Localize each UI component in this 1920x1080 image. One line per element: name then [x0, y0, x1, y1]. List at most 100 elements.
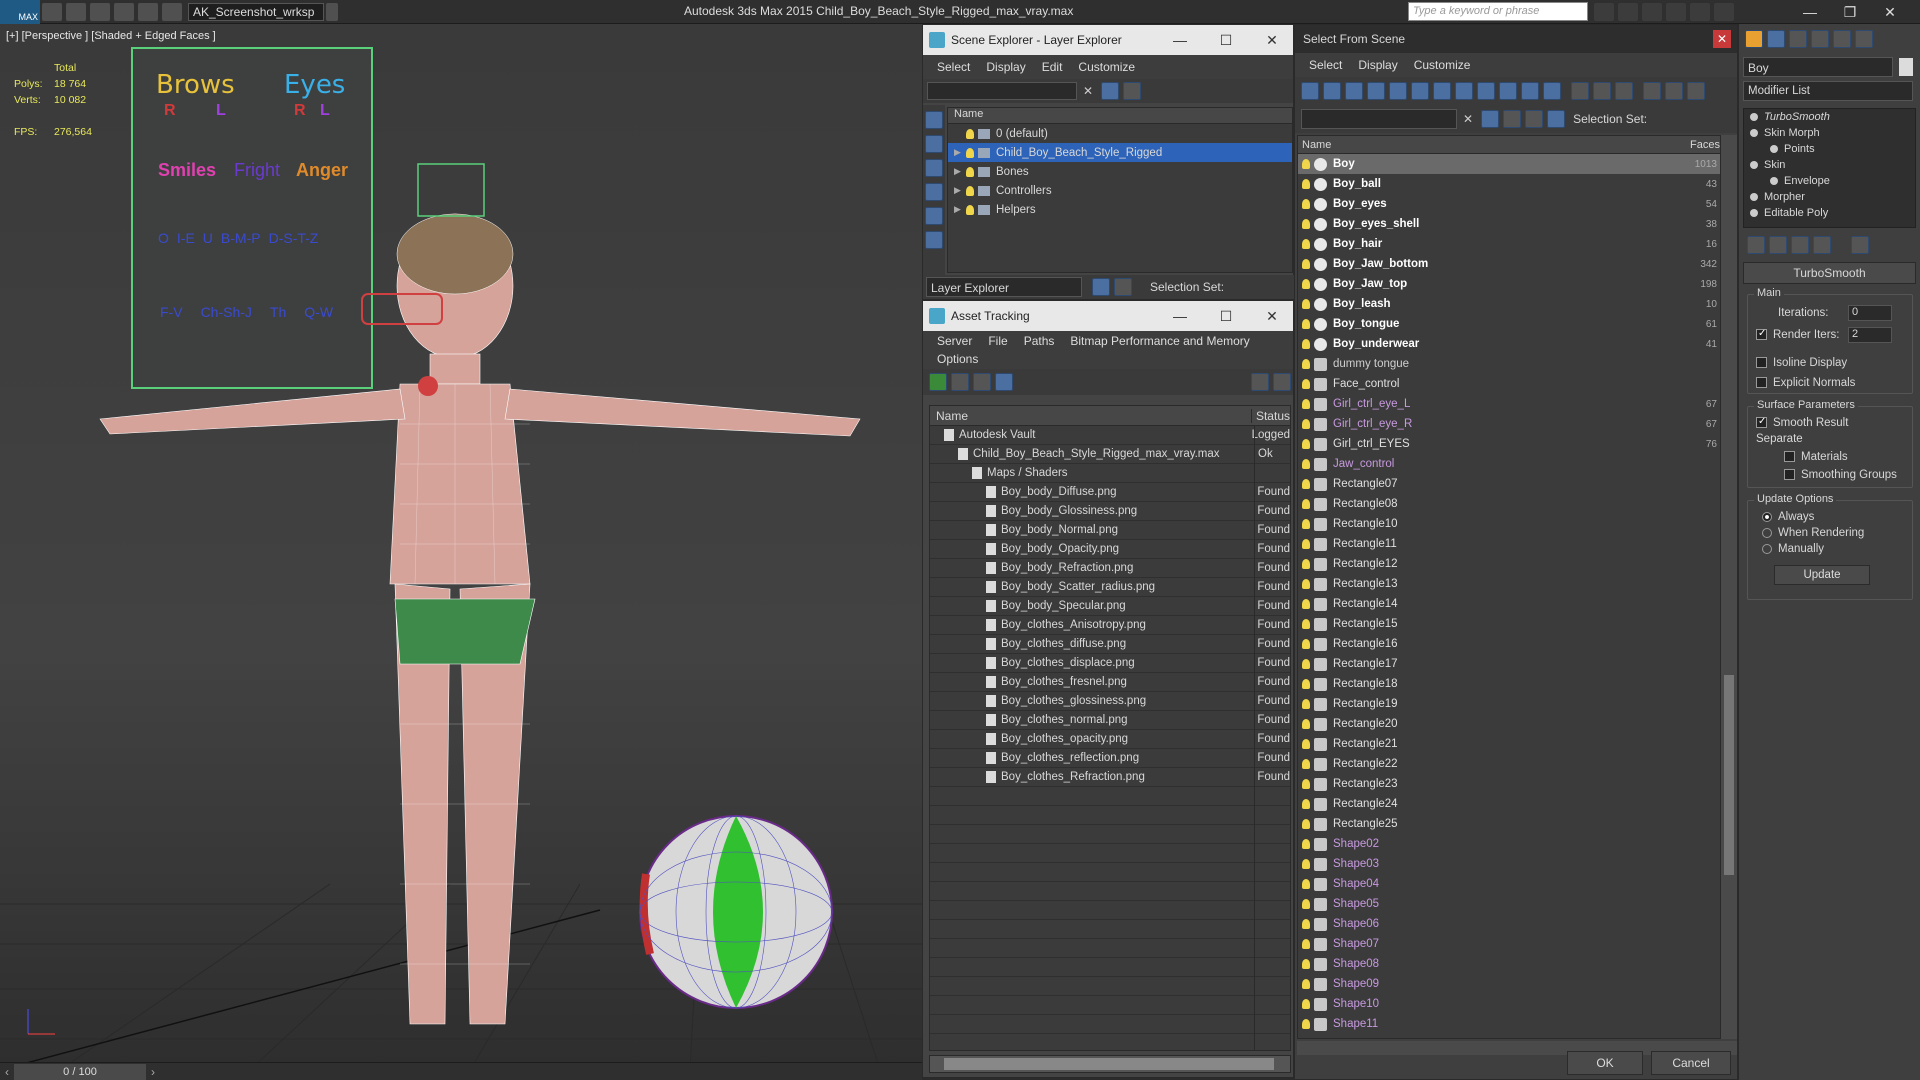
asset-row[interactable]: Boy_body_Glossiness.png Found	[930, 502, 1290, 521]
when-rendering-row[interactable]: When Rendering	[1762, 527, 1864, 539]
scene-object-row[interactable]: Girl_ctrl_eye_R 67	[1298, 414, 1720, 434]
visibility-bulb-icon[interactable]	[1302, 599, 1310, 609]
visibility-bulb-icon[interactable]	[966, 204, 974, 215]
asset-tracking-titlebar[interactable]: Asset Tracking — ☐ ✕	[923, 301, 1293, 331]
modifier-list-dropdown[interactable]: Modifier List	[1743, 81, 1913, 101]
asset-row[interactable]: Boy_clothes_displace.png Found	[930, 654, 1290, 673]
asset-tracking-minimize[interactable]: —	[1157, 301, 1203, 331]
explicit-normals-row[interactable]: Explicit Normals	[1756, 377, 1855, 389]
scene-object-row[interactable]: Rectangle07	[1298, 474, 1720, 494]
scene-object-row[interactable]: dummy tongue	[1298, 354, 1720, 374]
visibility-bulb-icon[interactable]	[1302, 859, 1310, 869]
motion-tab-icon[interactable]	[1811, 30, 1829, 48]
list-view-icon[interactable]	[951, 373, 969, 391]
iterations-spinner[interactable]: 0	[1848, 305, 1892, 321]
modifier-stack-item[interactable]: TurboSmooth	[1744, 109, 1915, 125]
visibility-bulb-icon[interactable]	[1302, 959, 1310, 969]
scene-explorer-titlebar[interactable]: Scene Explorer - Layer Explorer — ☐ ✕	[923, 25, 1293, 55]
refresh-icon[interactable]	[929, 373, 947, 391]
modifier-toggle-icon[interactable]	[1750, 209, 1758, 217]
render-iters-row[interactable]: Render Iters:	[1756, 329, 1839, 341]
show-end-result-icon[interactable]	[1769, 236, 1787, 254]
scene-object-row[interactable]: Boy_underwear 41	[1298, 334, 1720, 354]
scene-object-row[interactable]: Rectangle17	[1298, 654, 1720, 674]
explicit-normals-checkbox[interactable]	[1756, 377, 1767, 389]
scene-object-row[interactable]: Rectangle21	[1298, 734, 1720, 754]
display-shapes-icon[interactable]	[925, 135, 943, 153]
asset-name-column-header[interactable]: Name	[930, 408, 1252, 423]
filter-spacewarps-icon[interactable]	[1411, 82, 1429, 100]
scene-object-row[interactable]: Rectangle13	[1298, 574, 1720, 594]
visibility-bulb-icon[interactable]	[1302, 839, 1310, 849]
make-unique-icon[interactable]	[1791, 236, 1809, 254]
pin-stack-icon[interactable]	[1747, 236, 1765, 254]
display-invert-icon[interactable]	[1615, 82, 1633, 100]
workspace-menu-icon[interactable]	[326, 3, 338, 21]
remove-modifier-icon[interactable]	[1813, 236, 1831, 254]
asset-row[interactable]: Boy_clothes_reflection.png Found	[930, 749, 1290, 768]
visibility-bulb-icon[interactable]	[1302, 179, 1310, 189]
display-helpers-icon[interactable]	[925, 207, 943, 225]
binoculars-icon[interactable]	[1594, 3, 1614, 21]
scene-object-row[interactable]: Shape09	[1298, 974, 1720, 994]
timeline-bar[interactable]: ‹ 0 / 100 ›	[0, 1062, 922, 1080]
scene-object-row[interactable]: Boy_tongue 61	[1298, 314, 1720, 334]
scene-object-row[interactable]: Shape06	[1298, 914, 1720, 934]
scene-object-row[interactable]: Rectangle22	[1298, 754, 1720, 774]
layer-row[interactable]: 0 (default)	[948, 124, 1292, 143]
asset-scroll-thumb[interactable]	[944, 1058, 1274, 1070]
visibility-bulb-icon[interactable]	[1302, 779, 1310, 789]
save-file-icon[interactable]	[90, 3, 110, 21]
thumbnail-view-icon[interactable]	[973, 373, 991, 391]
sfs-find-case-icon[interactable]	[1503, 110, 1522, 128]
menu-customize[interactable]: Customize	[1078, 60, 1135, 74]
sfs-vertical-scrollbar[interactable]	[1721, 135, 1737, 1039]
modifier-toggle-icon[interactable]	[1750, 113, 1758, 121]
modifier-toggle-icon[interactable]	[1750, 129, 1758, 137]
when-rendering-radio[interactable]	[1762, 527, 1772, 538]
sfs-name-column-header[interactable]: Name	[1298, 139, 1690, 151]
asset-row[interactable]: Boy_body_Opacity.png Found	[930, 540, 1290, 559]
scene-object-row[interactable]: Shape11	[1298, 1014, 1720, 1034]
scene-object-row[interactable]: Face_control	[1298, 374, 1720, 394]
modifier-stack-item[interactable]: Morpher	[1744, 189, 1915, 205]
menu-edit[interactable]: Edit	[1042, 60, 1063, 74]
display-all-icon[interactable]	[1571, 82, 1589, 100]
visibility-bulb-icon[interactable]	[1302, 519, 1310, 529]
filter-hidden-icon[interactable]	[1543, 82, 1561, 100]
tools-icon[interactable]	[1618, 3, 1638, 21]
manually-row[interactable]: Manually	[1762, 543, 1824, 555]
filter-helpers-icon[interactable]	[1389, 82, 1407, 100]
manually-radio[interactable]	[1762, 543, 1772, 554]
scene-object-row[interactable]: Boy_leash 10	[1298, 294, 1720, 314]
visibility-bulb-icon[interactable]	[1302, 559, 1310, 569]
new-file-icon[interactable]	[42, 3, 62, 21]
explorer-type-dropdown[interactable]: Layer Explorer	[926, 277, 1082, 297]
asset-tracking-close[interactable]: ✕	[1249, 301, 1295, 331]
redo-icon[interactable]	[138, 3, 158, 21]
visibility-bulb-icon[interactable]	[1302, 879, 1310, 889]
sfs-layer-icon[interactable]	[1525, 110, 1544, 128]
asset-status-column-header[interactable]: Status	[1252, 409, 1290, 423]
scene-object-row[interactable]: Shape07	[1298, 934, 1720, 954]
visibility-bulb-icon[interactable]	[1302, 819, 1310, 829]
object-color-swatch[interactable]	[1899, 58, 1913, 76]
modify-tab-icon[interactable]	[1767, 30, 1785, 48]
always-radio[interactable]	[1762, 511, 1772, 522]
sfs-hierarchy-icon[interactable]	[1547, 110, 1566, 128]
modifier-toggle-icon[interactable]	[1750, 193, 1758, 201]
visibility-bulb-icon[interactable]	[1302, 159, 1310, 169]
hierarchy-mode-icon[interactable]	[1114, 278, 1132, 296]
render-iters-spinner[interactable]: 2	[1848, 327, 1892, 343]
hierarchy-tab-icon[interactable]	[1789, 30, 1807, 48]
sfs-filter-icon[interactable]	[1481, 110, 1500, 128]
visibility-bulb-icon[interactable]	[1302, 199, 1310, 209]
asset-row[interactable]: Boy_clothes_fresnel.png Found	[930, 673, 1290, 692]
filter-xrefs-icon[interactable]	[1455, 82, 1473, 100]
asset-horizontal-scrollbar[interactable]	[929, 1055, 1291, 1073]
sfs-menu-select[interactable]: Select	[1309, 58, 1342, 72]
visibility-bulb-icon[interactable]	[1302, 279, 1310, 289]
smoothing-groups-row[interactable]: Smoothing Groups	[1784, 469, 1897, 481]
layer-row[interactable]: ▶ Child_Boy_Beach_Style_Rigged	[948, 143, 1292, 162]
visibility-bulb-icon[interactable]	[966, 185, 974, 196]
